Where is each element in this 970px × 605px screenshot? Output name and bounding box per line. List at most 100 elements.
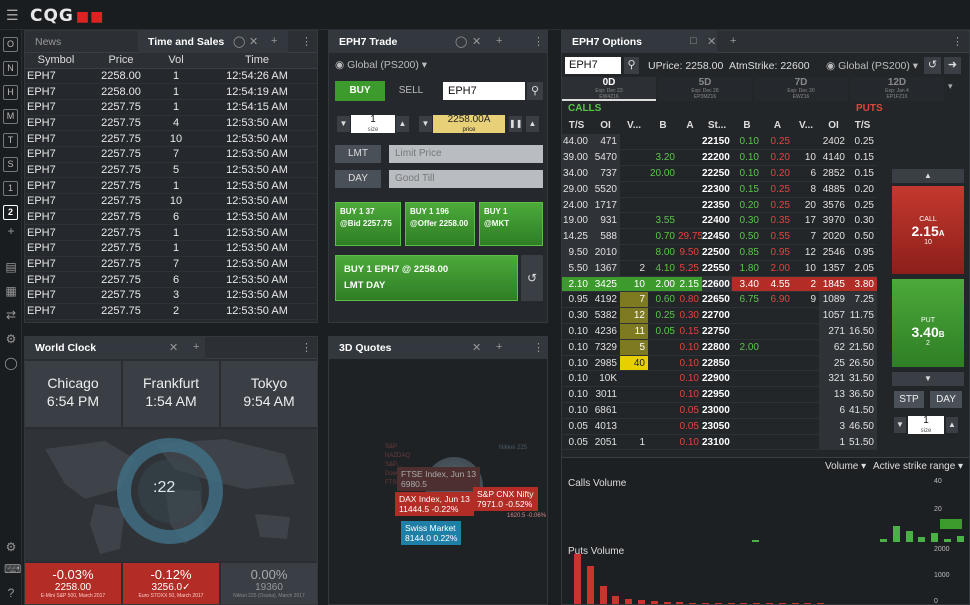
table-row[interactable]: EPH7 2257.75 1 12:53:50 AM [25, 177, 317, 194]
price-input[interactable]: 2258.00A price [433, 115, 505, 133]
quote-card[interactable]: DAX Index, Jun 13 11444.5 -0.22% [395, 492, 474, 516]
price-up-button[interactable]: ▲ [526, 116, 539, 132]
column-header[interactable]: T/S [562, 117, 591, 134]
rail-button-o[interactable]: O [3, 37, 18, 52]
account-selector[interactable]: ◉ Global (PS200) ▾ [826, 60, 918, 72]
rail-button-n[interactable]: N [3, 61, 18, 76]
qty-up-button[interactable]: ▲ [946, 417, 958, 433]
table-row[interactable]: EPH72257.751012:53:50 AM [25, 319, 317, 322]
options-row[interactable]: 0.30 5382 12 0.25 0.30 22700 1057 11.75 [562, 307, 877, 325]
reset-icon[interactable]: ↺ [521, 255, 543, 301]
duration-day-button[interactable]: DAY [335, 170, 381, 188]
menu-icon[interactable]: ⋮ [301, 341, 312, 354]
table-row[interactable]: EPH7 2257.75 5 12:53:50 AM [25, 162, 317, 179]
table-row[interactable]: EPH72257.751012:53:50 AM [25, 193, 317, 210]
quantity-stepper[interactable]: 1 size [351, 115, 395, 133]
options-row[interactable]: 0.95 4192 7 0.60 0.80 22650 6.75 6.90 9 1089 7.25 [562, 291, 877, 309]
search-icon[interactable]: ⚲ [624, 57, 639, 74]
settings-icon[interactable]: ⚙ [4, 540, 18, 554]
table-row[interactable]: EPH7 2257.75 6 12:53:50 AM [25, 209, 317, 226]
rail-button-s[interactable]: S [3, 157, 18, 172]
options-row[interactable]: 24.00 1717 22350 0.20 0.25 20 3576 0.25 [562, 197, 877, 214]
day-button[interactable]: DAY [930, 391, 962, 408]
table-row[interactable]: EPH7 2257.75 1 12:53:50 AM [25, 240, 317, 257]
options-row[interactable]: 29.00 5520 22300 0.15 0.25 8 4885 0.20 [562, 181, 877, 198]
options-row[interactable]: 0.10 2985 40 0.10 22850 25 26.50 [562, 355, 877, 372]
add-tab-icon[interactable]: + [271, 35, 277, 47]
options-row[interactable]: 14.25 588 0.70 29.75 22450 0.50 0.55 7 2020 0.50 [562, 228, 877, 246]
table-row[interactable]: EPH7 2258.00 1 12:54:26 AM [25, 68, 317, 85]
column-header[interactable]: T/S [848, 117, 877, 134]
symbol-input[interactable]: EPH7 [443, 82, 525, 100]
tab-news[interactable]: News [25, 31, 133, 53]
options-row[interactable]: 34.00 737 20.00 22250 0.10 0.20 6 2852 0.15 [562, 165, 877, 182]
column-header[interactable]: A [678, 117, 702, 134]
rail-button-t[interactable]: T [3, 133, 18, 148]
buy-at-bid-button[interactable]: BUY 1 37 @Bid 2257.75 [335, 202, 401, 246]
expiry-tab[interactable]: 7D Exp: Dec 30 EWZ16 [754, 77, 848, 101]
table-row[interactable]: EPH7 2257.75 1 12:53:50 AM [25, 224, 317, 242]
tab-eph7-trade[interactable]: EPH7 Trade [329, 31, 547, 53]
link-icon[interactable]: ◯ [233, 35, 245, 48]
rail-button-2[interactable]: 2 [3, 205, 18, 220]
account-selector[interactable]: ◉ Global (PS200) ▾ [335, 59, 427, 71]
index-tile[interactable]: -0.12% 3256.0✓ Euro STOXX 50, March 2017 [123, 563, 219, 604]
next-icon[interactable]: ➜ [944, 57, 961, 74]
options-row[interactable]: 0.10 4236 11 0.05 0.15 22750 271 16.50 [562, 323, 877, 340]
index-tile[interactable]: 0.00% 19360 Nikkei 225 (Osaka), March 2017 [221, 563, 317, 604]
strike-range-dropdown[interactable]: Active strike range ▾ [873, 461, 963, 472]
tab-time-and-sales[interactable]: Time and Sales [138, 31, 288, 53]
add-tab-icon[interactable]: + [193, 341, 199, 353]
column-header[interactable]: B [648, 117, 678, 134]
hamburger-icon[interactable]: ☰ [6, 7, 19, 24]
add-tab-icon[interactable]: + [730, 35, 736, 47]
menu-icon[interactable]: ⋮ [533, 35, 544, 48]
column-header[interactable]: Time [197, 53, 317, 69]
column-header[interactable]: Vol [155, 53, 197, 69]
quote-card[interactable]: Swiss Market 8144.0 0.22% [401, 521, 462, 545]
column-header[interactable]: V... [620, 117, 648, 134]
table-row[interactable]: EPH7 2257.75 1 12:54:15 AM [25, 99, 317, 116]
volume-dropdown[interactable]: Volume ▾ [825, 461, 866, 472]
column-header[interactable]: B [732, 117, 762, 134]
menu-icon[interactable]: ⋮ [952, 35, 963, 48]
rail-button-m[interactable]: M [3, 109, 18, 124]
close-icon[interactable]: ✕ [472, 35, 481, 48]
expiry-tab[interactable]: 5D Exp: Dec 28 EP3MZ16 [658, 77, 752, 101]
grid-icon[interactable]: ▦ [4, 284, 18, 298]
options-row[interactable]: 0.10 10K 0.10 22900 321 31.50 [562, 370, 877, 388]
close-icon[interactable]: ✕ [249, 35, 258, 48]
rail-button-h[interactable]: H [3, 85, 18, 100]
options-row[interactable]: 44.00 471 22150 0.10 0.25 2402 0.25 [562, 134, 877, 151]
tools-icon[interactable]: ⚙ [4, 332, 18, 346]
options-row[interactable]: 0.10 6861 0.05 23000 6 41.50 [562, 402, 877, 419]
qty-down-button[interactable]: ▼ [337, 116, 350, 132]
options-row[interactable]: 39.00 5470 3.20 22200 0.10 0.20 10 4140 0.15 [562, 149, 877, 167]
options-row[interactable]: 19.00 931 3.55 22400 0.30 0.35 17 3970 0.30 [562, 212, 877, 230]
globe-icon[interactable]: ◯ [4, 356, 18, 370]
call-quote-button[interactable]: CALL 2.15A 10 [892, 186, 964, 274]
keyboard-icon[interactable]: ⌨ [4, 562, 21, 576]
column-header[interactable]: V... [793, 117, 819, 134]
column-header[interactable]: Symbol [25, 53, 87, 69]
column-header[interactable]: OI [591, 117, 620, 134]
sell-tab[interactable]: SELL [387, 81, 435, 101]
menu-icon[interactable]: ⋮ [301, 35, 312, 48]
rail-button-1[interactable]: 1 [3, 181, 18, 196]
buy-at-market-button[interactable]: BUY 1 @MKT [479, 202, 543, 246]
price-down-button[interactable]: ▼ [419, 116, 432, 132]
help-icon[interactable]: ? [4, 586, 18, 600]
add-tab-icon[interactable]: + [496, 341, 502, 353]
column-header[interactable]: Price [87, 53, 155, 69]
column-header[interactable]: St... [702, 117, 732, 134]
buy-at-offer-button[interactable]: BUY 1 196 @Offer 2258.00 [405, 202, 475, 246]
search-icon[interactable]: ⚲ [527, 82, 543, 100]
options-row[interactable]: 0.05 4013 0.05 23050 3 46.50 [562, 418, 877, 435]
table-row[interactable]: EPH7 2257.75 4 12:53:50 AM [25, 115, 317, 132]
column-header[interactable]: OI [819, 117, 848, 134]
column-header[interactable]: A [762, 117, 793, 134]
option-quantity-stepper[interactable]: 1 size [908, 416, 944, 434]
add-workspace-icon[interactable]: + [4, 224, 18, 238]
qty-up-button[interactable]: ▲ [396, 116, 409, 132]
table-row[interactable]: EPH7 2258.00 1 12:54:19 AM [25, 83, 317, 100]
